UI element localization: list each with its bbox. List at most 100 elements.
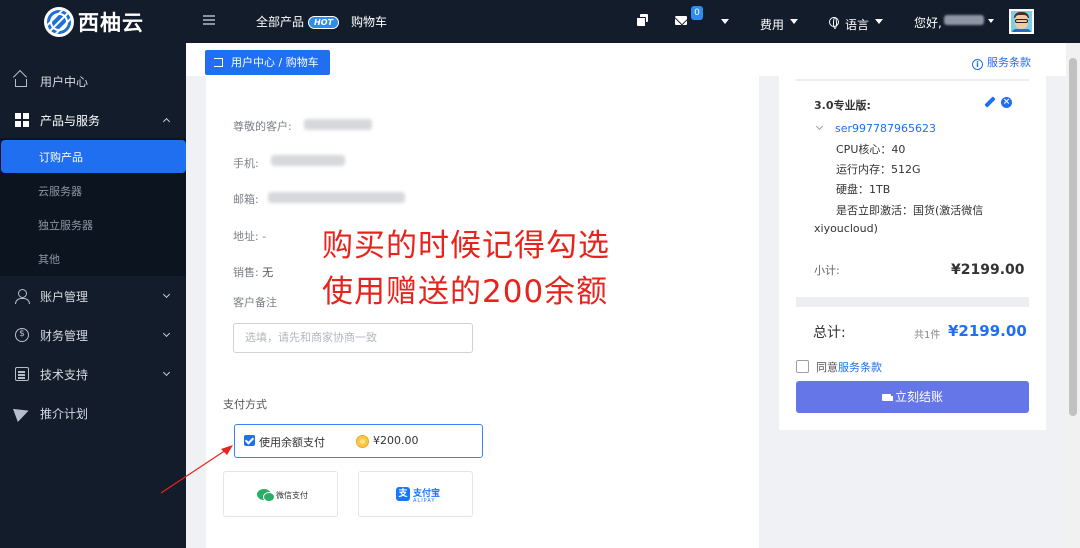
nav-fees[interactable]: 费用 — [760, 16, 784, 33]
sidebar-item-user-center[interactable]: 用户中心 — [0, 63, 186, 99]
chevron-down-icon — [162, 368, 171, 377]
brand-name: 西柚云 — [78, 11, 144, 35]
alipay-option[interactable]: 支 支付宝 ALIPAY — [358, 471, 473, 517]
wechat-pay-option[interactable]: 微信支付 — [223, 471, 338, 517]
balance-payment-option[interactable]: 使用余额支付 ¥200.00 — [234, 424, 483, 458]
breadcrumb[interactable]: 用户中心 / 购物车 — [205, 50, 330, 75]
terms-link-label: 服务条款 — [987, 56, 1031, 69]
submenu-item-order[interactable]: 订购产品 — [1, 140, 186, 173]
remark-input[interactable]: 选填，请先和商家协商一致 — [233, 323, 473, 353]
subtotal-label: 小计: — [814, 264, 840, 277]
menu-toggle-icon[interactable] — [203, 15, 215, 25]
nav-language[interactable]: 语言 — [845, 16, 869, 33]
sidebar-item-label: 推介计划 — [40, 406, 89, 421]
annotation-line-1: 购买的时候记得勾选 — [322, 228, 610, 264]
chevron-up-icon — [162, 117, 171, 126]
alipay-sub: ALIPAY — [413, 498, 436, 504]
sidebar-item-account[interactable]: 账户管理 — [0, 278, 186, 314]
avatar[interactable] — [1009, 9, 1034, 34]
annotation-line-2: 使用赠送的200余额 — [322, 274, 609, 310]
messages-caret-icon[interactable] — [721, 19, 729, 24]
spec-activate-continued: xiyoucloud) — [814, 222, 878, 235]
phone-redacted — [271, 155, 345, 166]
divider — [796, 79, 1029, 81]
wechat-label: 微信支付 — [276, 491, 308, 500]
avatar-glasses — [1015, 19, 1028, 23]
sidebar-item-finance[interactable]: $ 财务管理 — [0, 317, 186, 353]
sidebar-item-products[interactable]: 产品与服务 — [0, 102, 186, 138]
checkout-label: 立刻结账 — [894, 390, 943, 404]
agree-terms: 同意服务条款 — [816, 359, 882, 375]
subtotal-value: ¥2199.00 — [951, 262, 1025, 278]
agree-terms-link[interactable]: 服务条款 — [838, 361, 882, 374]
email-redacted — [268, 192, 405, 203]
spec-activate: 是否立即激活：国货(激活微信 — [836, 204, 984, 217]
sidebar-item-label: 财务管理 — [40, 328, 89, 343]
remark-label: 客户备注 — [233, 296, 277, 309]
coin-icon — [356, 435, 369, 448]
submenu-item-cloud-server[interactable]: 云服务器 — [0, 174, 186, 208]
doc-icon — [15, 367, 29, 381]
money-icon: $ — [15, 328, 29, 342]
info-icon: i — [972, 59, 983, 70]
spec-cpu: CPU核心：40 — [836, 143, 906, 156]
server-id[interactable]: ser997787965623 — [835, 122, 936, 135]
fees-caret-icon[interactable] — [790, 19, 798, 24]
sidebar-item-label: 技术支持 — [40, 367, 89, 382]
chevron-down-icon — [162, 290, 171, 299]
user-greeting[interactable]: 您好, — [914, 14, 942, 31]
sidebar-item-label: 账户管理 — [40, 289, 89, 304]
sales-label: 销售: 无 — [233, 264, 273, 280]
address-label-text: 地址: — [233, 230, 259, 243]
email-label: 邮箱: — [233, 193, 259, 206]
sidebar-item-label: 用户中心 — [40, 74, 89, 89]
summary-divider — [796, 297, 1029, 307]
alipay-icon: 支 — [396, 487, 410, 501]
terms-link[interactable]: i 服务条款 — [972, 54, 1031, 70]
phone-label: 手机: — [233, 157, 259, 170]
sidebar-item-referral[interactable]: 推介计划 — [0, 395, 186, 431]
products-submenu: 订购产品 云服务器 独立服务器 其他 — [0, 138, 186, 276]
sidebar-item-label: 产品与服务 — [40, 113, 101, 128]
total-label: 总计: — [813, 325, 846, 341]
brand-logo[interactable]: 西柚云 — [44, 7, 144, 37]
edit-icon[interactable] — [984, 97, 995, 108]
user-icon — [15, 289, 30, 304]
copy-icon[interactable] — [637, 14, 648, 26]
nav-all-products[interactable]: 全部产品 HOT — [256, 13, 339, 30]
spec-ram: 运行内存：512G — [836, 163, 921, 176]
submenu-item-dedicated-server[interactable]: 独立服务器 — [0, 208, 186, 242]
breadcrumb-text: 用户中心 / 购物车 — [231, 56, 319, 69]
top-bar: 西柚云 全部产品 HOT 购物车 0 费用 语言 您好, — [0, 0, 1080, 43]
nav-all-products-label: 全部产品 — [256, 15, 305, 29]
globe-icon[interactable] — [829, 17, 839, 29]
submenu-item-other[interactable]: 其他 — [0, 242, 186, 276]
user-caret-icon[interactable] — [988, 19, 994, 23]
sidebar-item-support[interactable]: 技术支持 — [0, 356, 186, 392]
remove-icon[interactable]: × — [1001, 97, 1012, 108]
product-name: 3.0专业版: — [814, 99, 871, 112]
balance-label: 使用余额支付 — [259, 436, 325, 449]
agree-terms-checkbox[interactable] — [796, 360, 809, 373]
address-label: 地址: - — [233, 228, 266, 244]
scrollbar-thumb[interactable] — [1069, 58, 1077, 416]
customer-label: 尊敬的客户: — [233, 120, 292, 133]
language-caret-icon[interactable] — [875, 19, 883, 24]
checkout-button[interactable]: 立刻结账 — [796, 381, 1029, 413]
nav-cart[interactable]: 购物车 — [351, 13, 387, 30]
username-redacted — [944, 15, 984, 25]
sales-label-text: 销售: — [233, 266, 259, 279]
address-value: - — [262, 230, 267, 243]
balance-checkbox[interactable] — [244, 435, 255, 446]
grid-icon — [15, 113, 29, 127]
login-icon — [214, 58, 223, 67]
message-count-badge: 0 — [691, 6, 703, 20]
balance-amount: ¥200.00 — [373, 434, 419, 447]
avatar-shirt — [1012, 29, 1031, 32]
chevron-down-icon — [162, 329, 171, 338]
wechat-icon — [257, 489, 275, 502]
sales-value: 无 — [262, 266, 274, 279]
mail-icon[interactable] — [675, 16, 687, 25]
truck-icon — [881, 394, 893, 401]
customer-name-redacted — [304, 119, 372, 130]
